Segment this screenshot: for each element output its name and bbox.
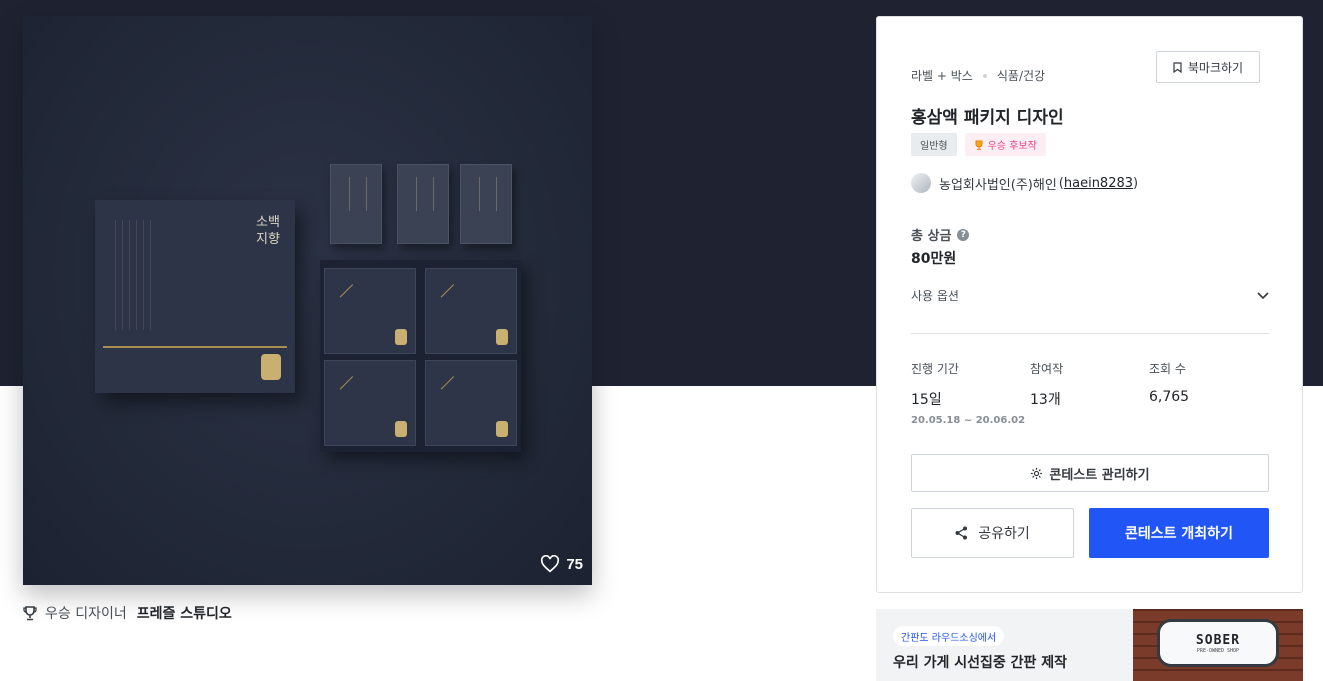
bookmark-button[interactable]: 북마크하기 — [1156, 51, 1260, 83]
gear-icon — [1031, 467, 1043, 479]
trophy-icon — [975, 140, 983, 150]
small-box-2 — [425, 268, 517, 354]
box-pattern — [115, 220, 153, 330]
help-icon[interactable]: ? — [957, 228, 970, 241]
ad-headline: 우리 가게 시선집중 간판 제작 — [893, 655, 1068, 671]
contest-info-card: 라벨 + 박스 식품/건강 북마크하기 홍삼액 패키지 디자인 일반형 우승 후… — [876, 16, 1303, 593]
manage-contest-label: 콘테스트 관리하기 — [1049, 467, 1150, 483]
stat-views: 조회 수 6,765 — [1149, 360, 1189, 405]
breadcrumb-subcategory[interactable]: 식품/건강 — [997, 67, 1045, 84]
ad-pill: 간판도 라우드소싱에서 — [893, 626, 1005, 646]
stat-views-value: 6,765 — [1149, 389, 1190, 405]
host-info: 농업회사법인(주)해인 (haein8283) — [911, 173, 1138, 193]
tag-candidate-label: 우승 후보작 — [987, 141, 1037, 152]
pouch-2 — [397, 164, 449, 244]
small-box-1 — [324, 268, 416, 354]
host-contest-button[interactable]: 콘테스트 개최하기 — [1089, 508, 1269, 558]
box-emblem — [261, 354, 281, 380]
tag-candidate: 우승 후보작 — [964, 133, 1046, 156]
stat-entries: 참여작 13개 — [1030, 360, 1063, 409]
tag-type: 일반형 — [911, 133, 957, 156]
options-toggle[interactable]: 사용 옵션 — [911, 287, 1269, 304]
breadcrumb-separator — [982, 73, 987, 78]
stat-period-dates: 20.05.18 ~ 20.06.02 — [911, 415, 1026, 426]
winner-designer: 우승 디자이너 프레즐 스튜디오 — [23, 603, 232, 623]
ad-sign-title: SOBER — [1195, 632, 1241, 648]
share-label: 공유하기 — [978, 526, 1030, 542]
share-icon — [955, 526, 968, 540]
ad-sign: SOBER PRE-OWNED SHOP — [1157, 619, 1279, 667]
bookmark-label: 북마크하기 — [1187, 60, 1244, 75]
share-button[interactable]: 공유하기 — [911, 508, 1074, 558]
tag-list: 일반형 우승 후보작 — [911, 133, 1046, 156]
like-button[interactable]: 75 — [540, 555, 583, 573]
breadcrumb: 라벨 + 박스 식품/건강 — [911, 67, 1045, 84]
options-label: 사용 옵션 — [911, 289, 959, 303]
chevron-down-icon — [1257, 291, 1269, 299]
small-box-4 — [425, 360, 517, 446]
stat-period-value: 15일 — [911, 392, 942, 408]
winner-label: 우승 디자이너 — [45, 606, 127, 622]
stat-period: 진행 기간 15일 20.05.18 ~ 20.06.02 — [911, 360, 1025, 426]
contest-title: 홍삼액 패키지 디자인 — [911, 108, 1064, 128]
ad-banner[interactable]: 간판도 라우드소싱에서 우리 가게 시선집중 간판 제작 SOBER PRE-O… — [876, 609, 1303, 681]
prize-label: 총 상금 ? — [911, 225, 970, 244]
package-tray — [320, 260, 521, 452]
product-image[interactable]: 소백지향 75 — [23, 16, 592, 585]
pouch-3 — [460, 164, 512, 244]
prize-label-text: 총 상금 — [911, 229, 952, 244]
stat-entries-label: 참여작 — [1030, 362, 1064, 376]
small-box-3 — [324, 360, 416, 446]
manage-contest-button[interactable]: 콘테스트 관리하기 — [911, 454, 1269, 492]
host-id-link[interactable]: haein8283 — [1064, 176, 1133, 191]
like-count: 75 — [566, 555, 583, 573]
ad-sign-subtitle: PRE-OWNED SHOP — [1196, 647, 1240, 654]
pouch-1 — [330, 164, 382, 244]
stat-period-label: 진행 기간 — [911, 362, 959, 376]
breadcrumb-category[interactable]: 라벨 + 박스 — [911, 67, 973, 84]
bookmark-icon — [1173, 61, 1182, 73]
box-gold-line — [103, 346, 287, 348]
winner-name[interactable]: 프레즐 스튜디오 — [137, 603, 232, 623]
stat-entries-value: 13개 — [1030, 392, 1061, 408]
trophy-icon — [23, 605, 37, 620]
divider — [911, 333, 1269, 334]
package-outer-box: 소백지향 — [95, 200, 295, 393]
prize-amount: 80만원 — [911, 251, 957, 267]
heart-icon — [541, 555, 560, 573]
box-title: 소백지향 — [256, 215, 280, 247]
host-name: 농업회사법인(주)해인 — [939, 177, 1057, 193]
stat-views-label: 조회 수 — [1149, 362, 1186, 376]
avatar — [911, 173, 931, 193]
